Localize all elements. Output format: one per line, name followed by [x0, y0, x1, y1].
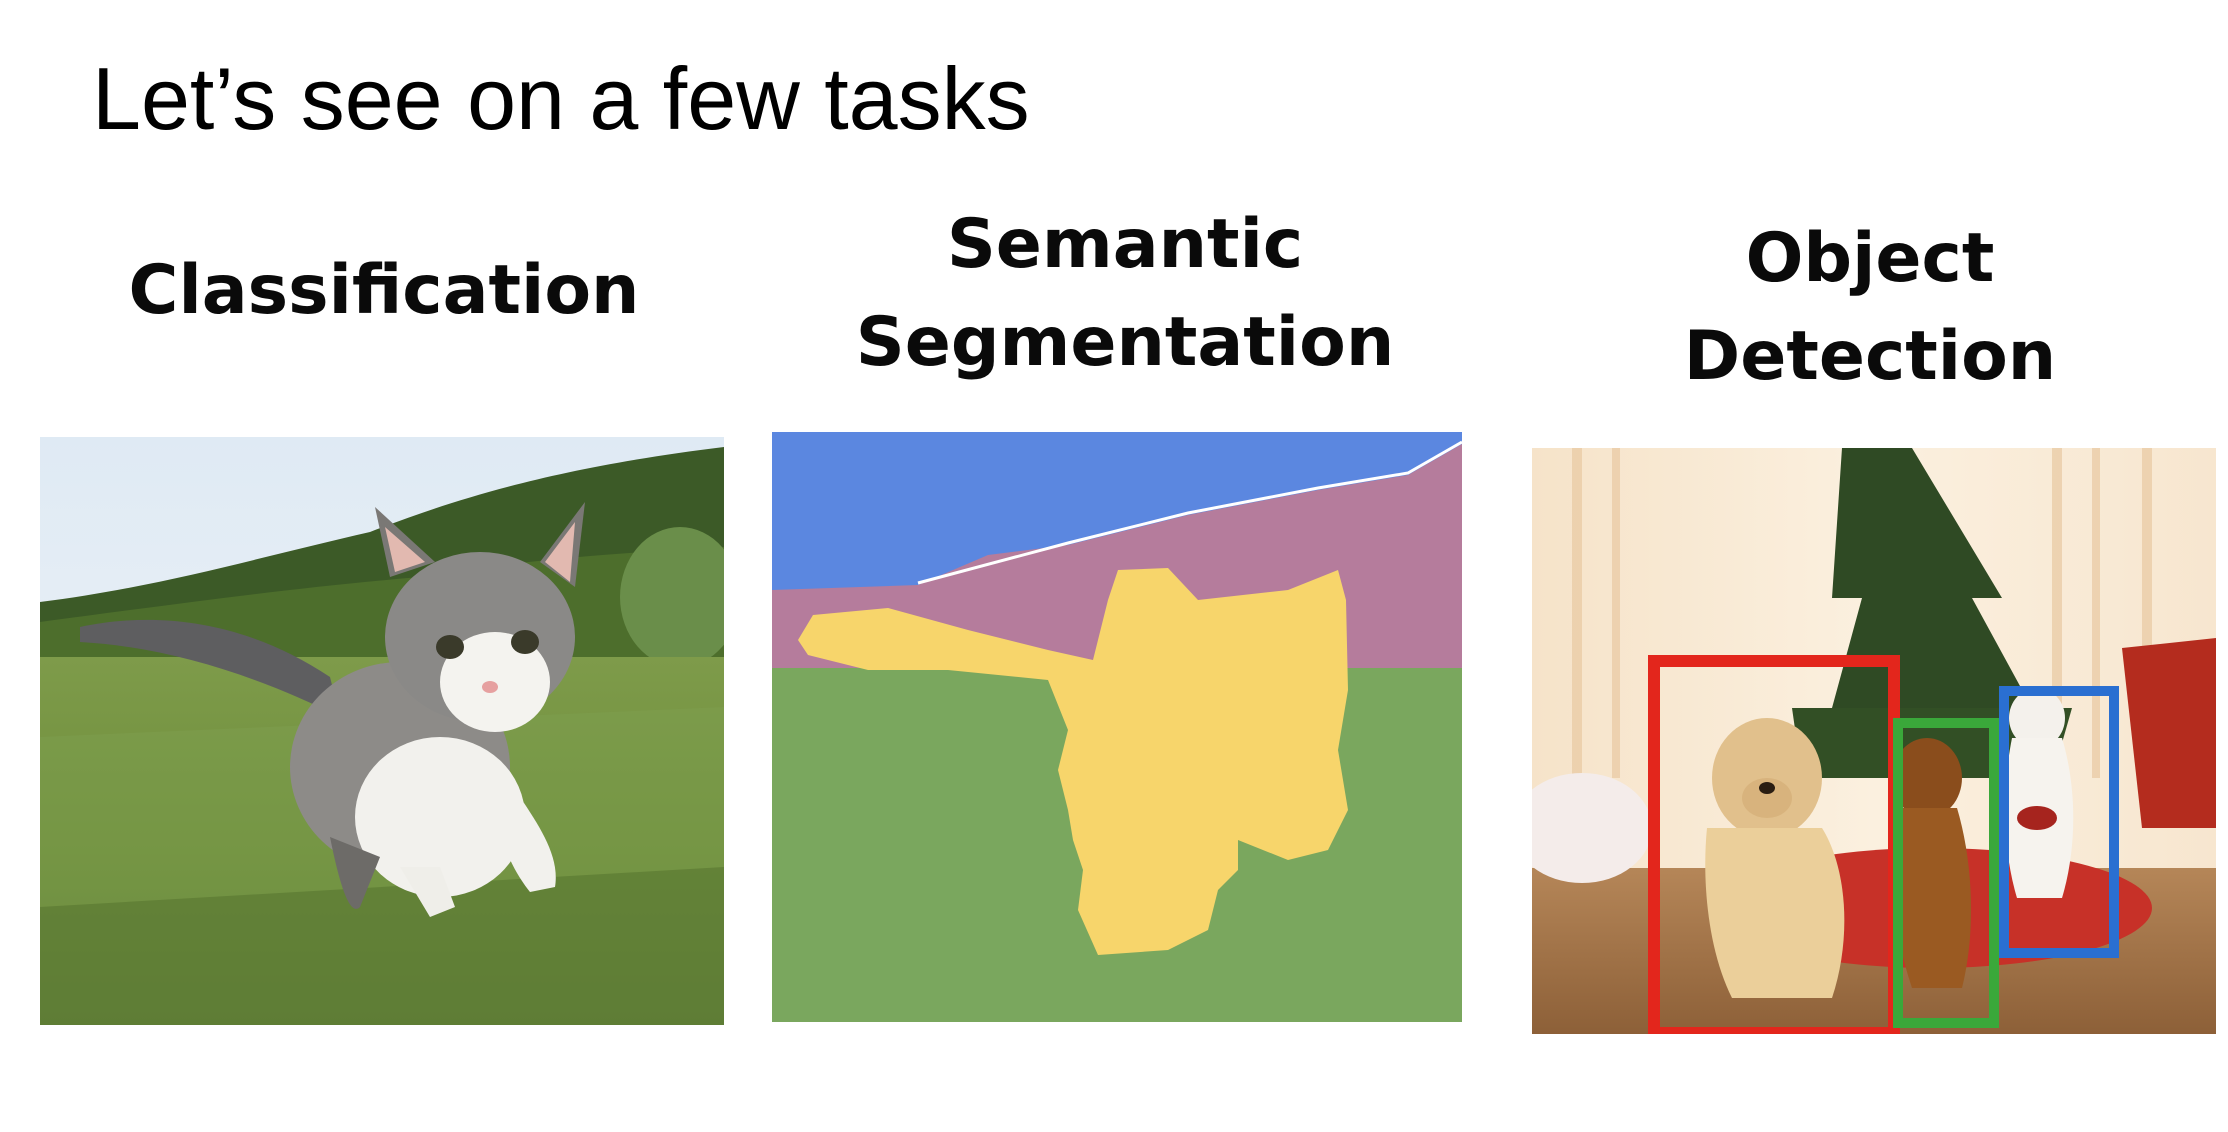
- segmentation-label-line-1: Semantic: [946, 205, 1304, 284]
- detection-illustration: [1532, 448, 2216, 1034]
- segmentation-label-line-2: Segmentation: [855, 303, 1395, 382]
- detection-label-line-1: Object: [1745, 219, 1995, 298]
- slide-title: Let’s see on a few tasks: [92, 49, 1030, 148]
- classification-label-line: Classification: [128, 251, 640, 330]
- pets-christmas-photo: [1532, 448, 2216, 1034]
- object-detection-label: Object Detection: [1530, 210, 2210, 406]
- classification-label: Classification: [40, 242, 728, 340]
- segmentation-mask-illustration: [768, 430, 1470, 1028]
- semantic-segmentation-label: Semantic Segmentation: [770, 196, 1480, 392]
- detection-label-line-2: Detection: [1683, 317, 2057, 396]
- kitten-photo-illustration: [40, 437, 724, 1025]
- segmentation-mask: [768, 430, 1470, 1028]
- kitten-photo: [40, 437, 724, 1025]
